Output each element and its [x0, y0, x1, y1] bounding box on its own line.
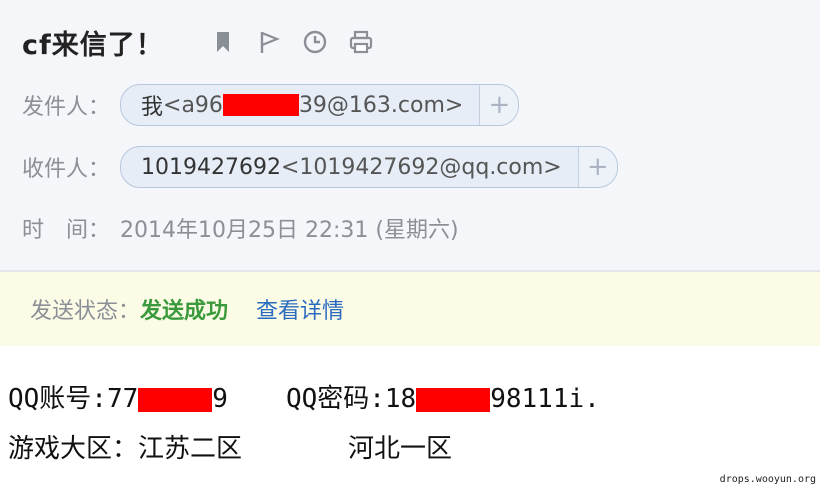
recipient-email: <1019427692@qq.com> [280, 154, 562, 180]
print-icon[interactable] [348, 29, 374, 55]
subject-row: cf来信了！ [22, 22, 374, 62]
mail-body: QQ账号:77 9 QQ密码:18 98111i. 游戏大区：江苏二区 河北一区 [0, 346, 820, 491]
watermark: drops.wooyun.org [719, 474, 816, 485]
bookmark-icon[interactable] [210, 29, 236, 55]
qq-password-label: QQ密码: [285, 384, 385, 414]
qq-password-prefix: 18 [384, 384, 417, 414]
recipient-name: 1019427692 [141, 154, 281, 180]
redaction-bar [416, 387, 491, 412]
time-row: 时 间： 2014年10月25日 22:31 (星期六) [22, 208, 459, 248]
credentials-line: QQ账号:77 9 QQ密码:18 98111i. [8, 378, 600, 415]
recipient-label: 收件人： [22, 157, 111, 182]
region-1: 江苏二区 [138, 434, 243, 464]
sender-address[interactable]: 我 <a96 39@163.com> [121, 85, 479, 125]
add-contact-button[interactable]: + [479, 85, 519, 125]
flag-icon[interactable] [256, 29, 282, 55]
recipient-address[interactable]: 1019427692 <1019427692@qq.com> [121, 147, 578, 187]
send-status-value: 发送成功 [140, 299, 229, 324]
qq-password-suffix: 98111i. [490, 384, 600, 414]
qq-account-label: QQ账号: [8, 384, 107, 414]
send-status-bar: 发送状态： 发送成功 查看详情 [0, 270, 820, 348]
qq-account-suffix: 9 [212, 384, 228, 414]
mail-subject: cf来信了！ [22, 29, 164, 61]
region-label: 游戏大区： [8, 434, 139, 464]
time-label: 时 间： [22, 218, 111, 243]
sender-name: 我 [141, 95, 164, 120]
add-contact-button[interactable]: + [577, 147, 617, 187]
recipient-chip[interactable]: 1019427692 <1019427692@qq.com> + [120, 146, 618, 188]
send-status-label: 发送状态： [30, 299, 141, 324]
clock-icon[interactable] [302, 29, 328, 55]
sender-row: 发件人： 我 <a96 39@163.com> + [22, 84, 520, 126]
view-details-link[interactable]: 查看详情 [256, 293, 344, 325]
region-2: 河北一区 [348, 434, 453, 464]
sender-email-suffix: 39@163.com> [298, 92, 464, 118]
recipient-row: 收件人： 1019427692 <1019427692@qq.com> + [22, 146, 618, 188]
region-line: 游戏大区：江苏二区 河北一区 [8, 428, 452, 465]
qq-account-prefix: 77 [106, 384, 139, 414]
mail-header: cf来信了！ 发件人： 我 <a96 39@163.com> + 收件人： 10… [0, 0, 820, 270]
sender-chip[interactable]: 我 <a96 39@163.com> + [120, 84, 520, 126]
sender-email-prefix: <a96 [163, 92, 223, 118]
sent-time: 2014年10月25日 22:31 (星期六) [120, 218, 459, 243]
redaction-bar [138, 387, 213, 412]
redaction-bar [222, 94, 299, 116]
sender-label: 发件人： [22, 95, 111, 120]
